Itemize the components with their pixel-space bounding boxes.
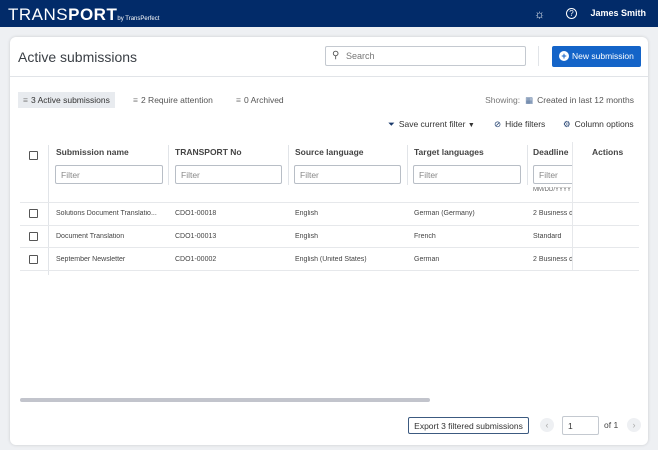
save-filter-label: Save current filter bbox=[398, 119, 466, 129]
page-number-input[interactable]: 1 bbox=[562, 416, 599, 435]
row-divider bbox=[20, 225, 638, 226]
cell-deadline: Standard bbox=[533, 233, 562, 240]
showing-value: Created in last 12 months bbox=[537, 95, 634, 105]
date-range-filter[interactable]: Showing: ▦ Created in last 12 months bbox=[485, 95, 634, 106]
user-menu[interactable]: James Smith bbox=[590, 8, 646, 18]
help-circle-icon[interactable]: ? bbox=[566, 8, 577, 19]
column-header-actions: Actions bbox=[592, 147, 624, 157]
cell-target-languages: German bbox=[414, 256, 440, 263]
next-page-button[interactable]: › bbox=[627, 418, 641, 432]
actions-column: Actions bbox=[572, 142, 639, 271]
cell-transport-no: CDO1-00018 bbox=[175, 210, 217, 217]
column-divider bbox=[407, 145, 408, 185]
logo-text-bold: PORT bbox=[68, 5, 118, 24]
plus-circle-icon: + bbox=[559, 51, 569, 61]
top-header: TRANSPORTby TransPerfect ☼ ? James Smith bbox=[0, 0, 658, 27]
hide-filters-button[interactable]: ⊘ Hide filters bbox=[494, 119, 545, 130]
submissions-card: Active submissions ⚲ Search + New submissi… bbox=[10, 37, 648, 445]
search-placeholder: Search bbox=[346, 51, 375, 61]
tab-label: 2 Require attention bbox=[140, 95, 213, 105]
cell-submission-name[interactable]: Document Translation bbox=[56, 233, 166, 240]
tab-archived[interactable]: ≡ 0 Archived bbox=[231, 92, 289, 108]
column-options-button[interactable]: ⚙ Column options bbox=[563, 119, 634, 130]
logo-suffix: by TransPerfect bbox=[117, 16, 160, 22]
page-count: of 1 bbox=[604, 420, 619, 430]
divider bbox=[538, 46, 539, 66]
new-submission-label: New submission bbox=[572, 51, 634, 61]
row-divider bbox=[573, 202, 639, 203]
gear-icon: ⚙ bbox=[563, 119, 571, 129]
cell-target-languages: French bbox=[414, 233, 436, 240]
funnel-icon: ⏷ bbox=[388, 119, 395, 129]
deadline-format-hint: MM/DD/YYYY bbox=[533, 187, 572, 193]
row-divider bbox=[573, 225, 639, 226]
row-checkbox[interactable] bbox=[29, 209, 38, 218]
search-icon: ⚲ bbox=[332, 50, 340, 61]
title-row: Active submissions ⚲ Search + New submissi… bbox=[10, 37, 648, 77]
column-divider bbox=[527, 145, 528, 185]
column-header-deadline[interactable]: Deadline bbox=[533, 147, 568, 157]
cell-deadline: 2 Business days bbox=[533, 210, 573, 217]
export-button[interactable]: Export 3 filtered submissions bbox=[408, 417, 529, 434]
showing-label: Showing: bbox=[485, 95, 521, 105]
filter-lines-icon: ≡ bbox=[133, 95, 138, 105]
cell-transport-no: CDO1-00002 bbox=[175, 256, 217, 263]
search-input[interactable]: ⚲ Search bbox=[325, 46, 526, 66]
filter-lines-icon: ≡ bbox=[23, 95, 28, 105]
row-divider bbox=[573, 247, 639, 248]
column-header-transport-no[interactable]: TRANSPORT No bbox=[175, 147, 242, 157]
hide-filters-label: Hide filters bbox=[505, 119, 546, 129]
cell-submission-name[interactable]: September Newsletter bbox=[56, 256, 166, 263]
caret-down-icon: ▼ bbox=[467, 122, 475, 129]
eye-off-icon: ⊘ bbox=[494, 119, 502, 129]
filter-source-language[interactable]: Filter bbox=[294, 165, 401, 184]
row-divider bbox=[20, 247, 638, 248]
cell-source-language: English (United States) bbox=[295, 256, 367, 263]
tab-active-submissions[interactable]: ≡ 3 Active submissions bbox=[18, 92, 115, 108]
column-divider bbox=[48, 145, 49, 275]
column-divider bbox=[168, 145, 169, 185]
column-header-source-language[interactable]: Source language bbox=[295, 147, 364, 157]
horizontal-scrollbar[interactable] bbox=[20, 398, 430, 402]
row-checkbox[interactable] bbox=[29, 232, 38, 241]
cell-submission-name[interactable]: Solutions Document Translatio... bbox=[56, 210, 166, 217]
cell-deadline: 2 Business days bbox=[533, 256, 573, 263]
column-header-target-languages[interactable]: Target languages bbox=[414, 147, 484, 157]
row-divider bbox=[20, 270, 638, 271]
new-submission-button[interactable]: + New submission bbox=[552, 46, 641, 67]
cell-source-language: English bbox=[295, 210, 318, 217]
column-divider bbox=[288, 145, 289, 185]
row-divider bbox=[573, 270, 639, 271]
calendar-icon: ▦ bbox=[525, 95, 534, 105]
cell-source-language: English bbox=[295, 233, 318, 240]
cell-target-languages: German (Germany) bbox=[414, 210, 475, 217]
row-checkbox[interactable] bbox=[29, 255, 38, 264]
tab-label: 0 Archived bbox=[243, 95, 284, 105]
column-options-label: Column options bbox=[574, 119, 634, 129]
select-all-checkbox[interactable] bbox=[29, 151, 38, 160]
row-divider bbox=[20, 202, 638, 203]
sun-icon[interactable]: ☼ bbox=[534, 7, 545, 21]
prev-page-button[interactable]: ‹ bbox=[540, 418, 554, 432]
filter-transport-no[interactable]: Filter bbox=[175, 165, 282, 184]
cell-transport-no: CDO1-00013 bbox=[175, 233, 217, 240]
column-header-submission-name[interactable]: Submission name bbox=[56, 147, 129, 157]
transport-logo[interactable]: TRANSPORTby TransPerfect bbox=[8, 5, 159, 25]
save-filter-button[interactable]: ⏷ Save current filter ▼ bbox=[388, 119, 475, 130]
filter-target-languages[interactable]: Filter bbox=[413, 165, 521, 184]
tab-require-attention[interactable]: ≡ 2 Require attention bbox=[128, 92, 218, 108]
page-title: Active submissions bbox=[18, 49, 138, 65]
filter-submission-name[interactable]: Filter bbox=[55, 165, 163, 184]
logo-text-light: TRANS bbox=[8, 5, 69, 24]
filter-lines-icon: ≡ bbox=[236, 95, 241, 105]
tab-label: 3 Active submissions bbox=[30, 95, 110, 105]
